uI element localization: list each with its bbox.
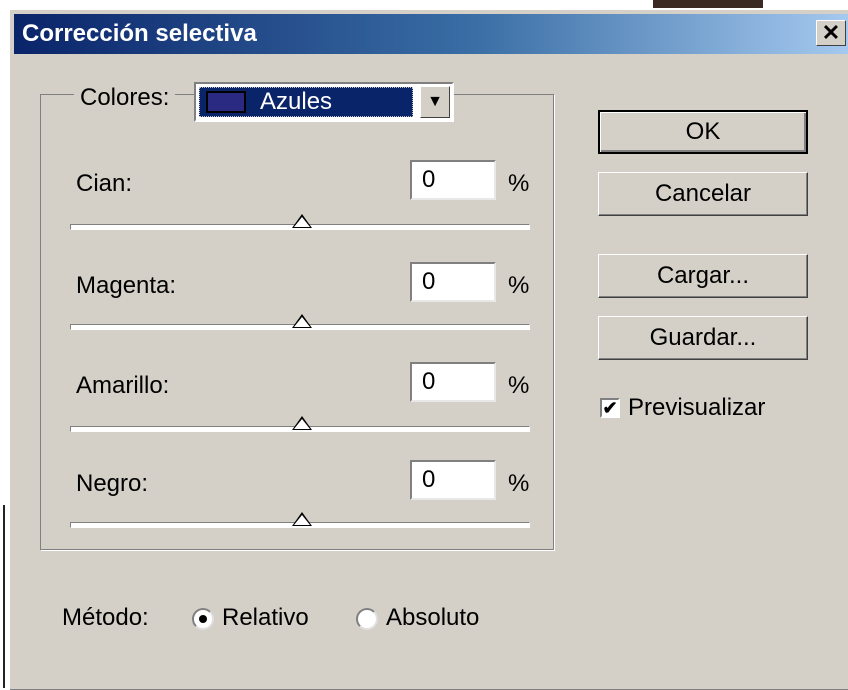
cancel-button[interactable]: Cancelar — [598, 172, 808, 216]
ok-button[interactable]: OK — [598, 110, 808, 154]
save-button[interactable]: Guardar... — [598, 316, 808, 360]
relative-label[interactable]: Relativo — [222, 604, 309, 632]
colors-select[interactable]: Azules ▼ — [194, 82, 454, 122]
cyan-unit: % — [508, 170, 530, 197]
preview-label[interactable]: Previsualizar — [628, 394, 765, 422]
black-unit: % — [508, 470, 530, 497]
black-slider-thumb[interactable] — [292, 512, 312, 526]
colors-selected-text: Azules — [260, 88, 333, 115]
load-button[interactable]: Cargar... — [598, 254, 808, 298]
dialog-title: Corrección selectiva — [22, 20, 257, 47]
title-bar[interactable]: Corrección selectiva ✕ — [14, 14, 848, 54]
background-fragment-left — [0, 505, 8, 688]
magenta-unit: % — [508, 272, 530, 299]
colors-label: Colores: — [74, 84, 176, 112]
color-swatch — [206, 91, 246, 113]
preview-checkbox[interactable]: ✔ — [600, 398, 620, 418]
yellow-unit: % — [508, 372, 530, 399]
yellow-slider-thumb[interactable] — [292, 416, 312, 430]
method-label: Método: — [62, 604, 149, 631]
cyan-label: Cian: — [76, 170, 133, 197]
yellow-label: Amarillo: — [76, 372, 170, 399]
absolute-radio[interactable] — [356, 608, 378, 630]
absolute-label[interactable]: Absoluto — [386, 604, 479, 632]
cyan-slider-thumb[interactable] — [292, 214, 312, 228]
radio-selected-dot — [199, 615, 207, 623]
close-button[interactable]: ✕ — [816, 20, 846, 46]
magenta-slider-thumb[interactable] — [292, 314, 312, 328]
chevron-down-icon: ▼ — [427, 93, 443, 110]
relative-radio[interactable] — [192, 608, 214, 630]
black-label: Negro: — [76, 470, 149, 497]
black-input[interactable]: 0 — [410, 460, 496, 500]
magenta-input[interactable]: 0 — [410, 262, 496, 302]
cyan-input[interactable]: 0 — [410, 160, 496, 200]
yellow-input[interactable]: 0 — [410, 362, 496, 402]
magenta-label: Magenta: — [76, 272, 177, 299]
close-icon: ✕ — [821, 20, 841, 45]
dropdown-button[interactable]: ▼ — [420, 86, 450, 118]
checkmark-icon: ✔ — [602, 398, 618, 418]
colors-selected-value: Azules — [199, 87, 413, 117]
